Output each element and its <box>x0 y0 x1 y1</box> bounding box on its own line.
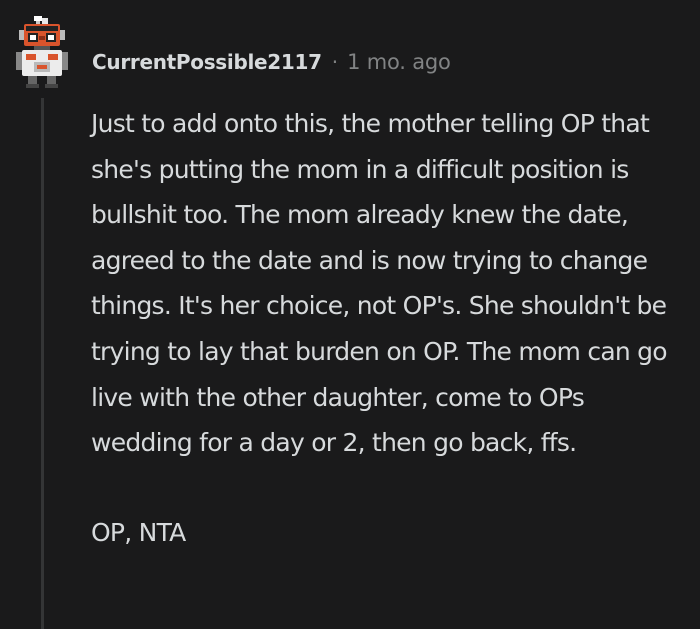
username-link[interactable]: CurrentPossible2117 <box>92 50 322 74</box>
robot-avatar-icon <box>16 16 68 88</box>
comment-timestamp[interactable]: 1 mo. ago <box>347 50 451 74</box>
meta-separator: · <box>331 50 339 74</box>
comment-paragraph-verdict: OP, NTA <box>91 517 186 547</box>
user-avatar[interactable] <box>12 16 72 88</box>
comment-paragraph: Just to add onto this, the mother tellin… <box>91 109 668 458</box>
comment: CurrentPossible2117 · 1 mo. ago Just to … <box>0 0 700 629</box>
comment-body: Just to add onto this, the mother tellin… <box>91 101 691 555</box>
thread-collapse-line[interactable] <box>41 98 44 629</box>
comment-meta: CurrentPossible2117 · 1 mo. ago <box>92 46 451 78</box>
